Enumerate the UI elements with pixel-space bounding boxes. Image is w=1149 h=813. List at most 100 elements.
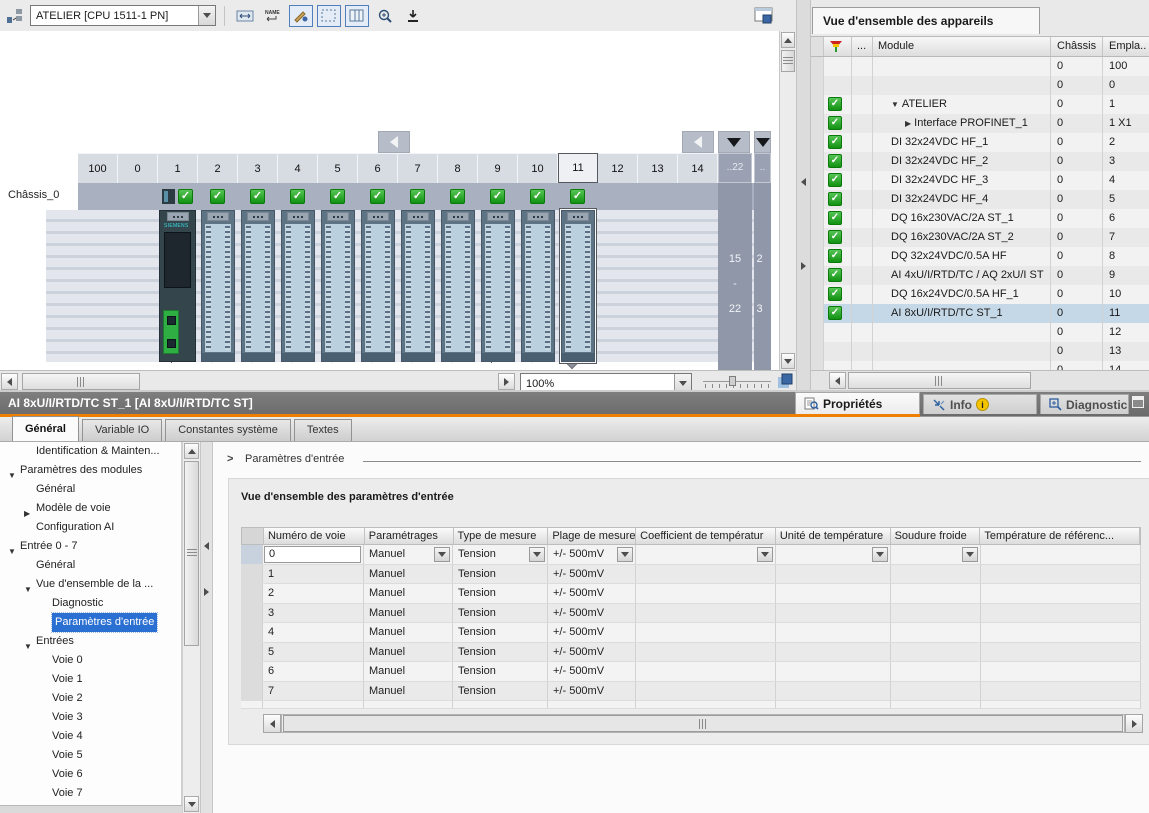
- module-slot-6[interactable]: [361, 210, 395, 362]
- nav-item-voie-0[interactable]: Voie 0: [0, 651, 181, 670]
- nav-item-configuration-ai[interactable]: Configuration AI: [0, 518, 181, 537]
- scroll-right-icon[interactable]: [498, 373, 515, 390]
- cold-junction-cell[interactable]: [891, 604, 981, 623]
- collapse-right-icon[interactable]: [801, 262, 806, 270]
- measure-range-cell[interactable]: +/- 500mV: [548, 623, 636, 642]
- channel-row-3[interactable]: 3ManuelTension+/- 500mV: [241, 604, 1141, 624]
- scroll-modules-left-button[interactable]: [378, 131, 410, 153]
- module-slot-7[interactable]: [401, 210, 435, 362]
- measure-range-cell[interactable]: +/- 500mV: [548, 643, 636, 662]
- zoom-slider[interactable]: [703, 376, 771, 388]
- column-header-temp-rature-de-r-f-renc[interactable]: Température de référenc...: [980, 528, 1140, 544]
- nav-content-splitter[interactable]: [200, 442, 213, 813]
- channel-row-4[interactable]: 4ManuelTension+/- 500mV: [241, 623, 1141, 643]
- reference-temp-cell[interactable]: [981, 662, 1141, 681]
- settings-cell[interactable]: Manuel: [364, 682, 453, 701]
- measure-type-cell[interactable]: Tension: [453, 682, 548, 701]
- row-selector[interactable]: [811, 95, 824, 114]
- temp-coefficient-cell[interactable]: [636, 604, 776, 623]
- settings-cell[interactable]: Manuel: [364, 565, 453, 584]
- table-row[interactable]: 00: [811, 76, 1149, 95]
- row-selector[interactable]: [811, 247, 824, 266]
- scroll-right-icon[interactable]: [1125, 714, 1143, 733]
- collapse-group-button[interactable]: [718, 131, 750, 153]
- settings-cell[interactable]: Manuel: [364, 545, 453, 564]
- tab-g-n-ral[interactable]: Général: [12, 416, 79, 441]
- module-name-cell[interactable]: DQ 16x24VDC/0.5A HF_1: [873, 285, 1051, 304]
- slot-header-13[interactable]: 13: [638, 153, 678, 183]
- temp-unit-cell[interactable]: [776, 545, 891, 564]
- table-row[interactable]: 012: [811, 323, 1149, 342]
- table-row[interactable]: 014: [811, 361, 1149, 370]
- temp-coefficient-cell[interactable]: [636, 662, 776, 681]
- import-icon[interactable]: [401, 5, 425, 27]
- nav-item-voie-2[interactable]: Voie 2: [0, 689, 181, 708]
- edit-view-toggle-icon[interactable]: [289, 5, 313, 27]
- table-row[interactable]: ✓DI 32x24VDC HF_102: [811, 133, 1149, 152]
- module-slot-3[interactable]: [241, 210, 275, 362]
- temp-unit-cell[interactable]: [776, 662, 891, 681]
- module-slot-10[interactable]: [521, 210, 555, 362]
- grid-toggle-icon[interactable]: [317, 5, 341, 27]
- table-row[interactable]: ✓▼ATELIER01: [811, 95, 1149, 114]
- zoom-slider-thumb[interactable]: [729, 376, 736, 386]
- measure-type-cell[interactable]: Tension: [453, 604, 548, 623]
- module-name-cell[interactable]: DI 32x24VDC HF_3: [873, 171, 1051, 190]
- row-selector[interactable]: [241, 662, 263, 681]
- table-row[interactable]: ✓DI 32x24VDC HF_203: [811, 152, 1149, 171]
- scroll-up-icon[interactable]: [184, 443, 199, 459]
- vscroll-thumb[interactable]: [184, 461, 199, 646]
- row-selector[interactable]: [811, 152, 824, 171]
- settings-cell[interactable]: Manuel: [364, 643, 453, 662]
- measure-type-cell[interactable]: Tension: [453, 623, 548, 642]
- measure-type-cell[interactable]: Tension: [453, 662, 548, 681]
- row-selector[interactable]: [241, 682, 263, 701]
- module-name-cell[interactable]: [873, 323, 1051, 342]
- device-view-canvas[interactable]: ATELIERDI 32x24VDC HF_1DI 32x24VDC HF_2D…: [0, 31, 779, 370]
- channel-row-7[interactable]: 7ManuelTension+/- 500mV: [241, 682, 1141, 702]
- device-view-vscrollbar[interactable]: [779, 31, 796, 370]
- header-module-column[interactable]: Module: [873, 37, 1051, 56]
- settings-cell[interactable]: Manuel: [364, 584, 453, 603]
- nav-item-vue-d-ensemble-de-la[interactable]: ▼Vue d'ensemble de la ...: [0, 575, 181, 594]
- hscroll-thumb[interactable]: [848, 372, 1031, 389]
- measure-range-cell[interactable]: +/- 500mV: [548, 662, 636, 681]
- slot-header-100[interactable]: 100: [78, 153, 118, 183]
- collapse-icon[interactable]: ▼: [891, 100, 899, 109]
- column-header-param-trages[interactable]: Paramétrages: [365, 528, 454, 544]
- param-table-hscrollbar[interactable]: [263, 714, 1143, 734]
- measure-range-cell[interactable]: +/- 500mV: [548, 682, 636, 701]
- header-slot-column[interactable]: Empla..: [1103, 37, 1148, 56]
- nav-item-voie-5[interactable]: Voie 5: [0, 746, 181, 765]
- module-name-cell[interactable]: [873, 361, 1051, 370]
- reference-temp-cell[interactable]: [981, 604, 1141, 623]
- row-selector[interactable]: [241, 623, 263, 642]
- nav-hscrollbar[interactable]: [0, 805, 182, 813]
- row-selector[interactable]: [811, 171, 824, 190]
- column-header-type-de-mesure[interactable]: Type de mesure: [454, 528, 549, 544]
- module-slot-8[interactable]: [441, 210, 475, 362]
- channel-row-0[interactable]: 0ManuelTension+/- 500mV: [241, 545, 1141, 565]
- row-selector[interactable]: [241, 565, 263, 584]
- cold-junction-cell[interactable]: [891, 643, 981, 662]
- measure-type-cell[interactable]: Tension: [453, 545, 548, 564]
- row-selector[interactable]: [811, 57, 824, 76]
- slot-header-12[interactable]: 12: [598, 153, 638, 183]
- channel-number-cell[interactable]: 6: [263, 662, 364, 681]
- station-icon[interactable]: [4, 5, 26, 27]
- slot-header-6[interactable]: 6: [358, 153, 398, 183]
- collapsed-group-partial-header[interactable]: ..: [754, 153, 771, 183]
- device-overview-tab[interactable]: Vue d'ensemble des appareils: [812, 7, 1040, 34]
- reference-temp-cell[interactable]: [981, 584, 1141, 603]
- module-name-cell[interactable]: [873, 342, 1051, 361]
- measure-range-cell[interactable]: +/- 500mV: [548, 545, 636, 564]
- channel-row-2[interactable]: 2ManuelTension+/- 500mV: [241, 584, 1141, 604]
- scroll-down-icon[interactable]: [781, 353, 795, 369]
- module-name-cell[interactable]: ▶Interface PROFINET_1: [873, 114, 1051, 133]
- row-selector[interactable]: [811, 114, 824, 133]
- nav-item-identification-mainten[interactable]: Identification & Mainten...: [0, 442, 181, 461]
- slot-header-7[interactable]: 7: [398, 153, 438, 183]
- row-selector[interactable]: [241, 604, 263, 623]
- dropdown-icon[interactable]: [617, 547, 633, 562]
- module-name-cell[interactable]: ▼ATELIER: [873, 95, 1051, 114]
